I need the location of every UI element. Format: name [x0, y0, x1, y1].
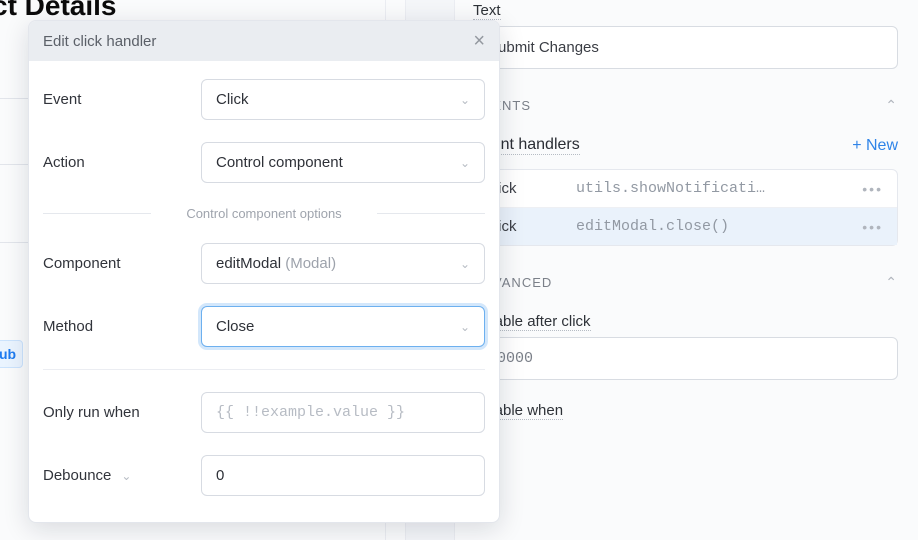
table-row[interactable]: Click utils.showNotificati… ••• [474, 170, 897, 208]
component-name: editModal [216, 255, 281, 272]
table-row[interactable]: Click editModal.close() ••• [474, 208, 897, 245]
modal-header: Edit click handler × [29, 21, 499, 61]
only-run-when-input[interactable] [201, 392, 485, 433]
chevron-down-icon: ⌄ [460, 93, 470, 107]
debounce-input[interactable] [201, 455, 485, 496]
component-type: (Modal) [281, 255, 336, 272]
disable-after-click-input[interactable] [473, 337, 898, 380]
edit-click-handler-modal: Edit click handler × Event Click ⌄ Actio… [28, 20, 500, 523]
select-value: Control component [216, 154, 343, 171]
more-icon[interactable]: ••• [862, 181, 889, 197]
control-component-options-divider: Control component options [43, 205, 485, 221]
component-select[interactable]: editModal (Modal) ⌄ [201, 243, 485, 284]
new-handler-button[interactable]: + New [852, 137, 898, 155]
method-select[interactable]: Close ⌄ [201, 306, 485, 347]
select-value: Close [216, 318, 254, 335]
chevron-up-icon[interactable]: ⌃ [885, 274, 898, 291]
text-input[interactable] [473, 26, 898, 69]
text-field-label: Text [473, 2, 501, 20]
divider-label: Control component options [176, 206, 351, 221]
divider [43, 369, 485, 370]
event-select[interactable]: Click ⌄ [201, 79, 485, 120]
modal-title: Edit click handler [43, 33, 156, 50]
chevron-down-icon[interactable]: ⌄ [121, 469, 131, 483]
select-value: editModal (Modal) [216, 255, 336, 272]
select-value: Click [216, 91, 249, 108]
action-label: Action [43, 154, 201, 171]
chevron-down-icon: ⌄ [460, 320, 470, 334]
submit-button-fragment[interactable]: ub [0, 340, 23, 368]
handler-code: editModal.close() [576, 218, 854, 235]
close-icon[interactable]: × [473, 31, 485, 51]
component-label: Component [43, 255, 201, 272]
event-handlers-table: Click utils.showNotificati… ••• Click ed… [473, 169, 898, 246]
inspector-panel: Text EVENTS ⌃ Event handlers + New Click… [473, 0, 898, 426]
method-label: Method [43, 318, 201, 335]
event-label: Event [43, 91, 201, 108]
action-select[interactable]: Control component ⌄ [201, 142, 485, 183]
chevron-up-icon[interactable]: ⌃ [885, 97, 898, 114]
only-run-when-label: Only run when [43, 404, 201, 421]
handler-code: utils.showNotificati… [576, 180, 854, 197]
chevron-down-icon: ⌄ [460, 156, 470, 170]
page-title: ct Details [0, 0, 117, 22]
chevron-down-icon: ⌄ [460, 257, 470, 271]
more-icon[interactable]: ••• [862, 219, 889, 235]
debounce-label: Debounce [43, 467, 111, 484]
